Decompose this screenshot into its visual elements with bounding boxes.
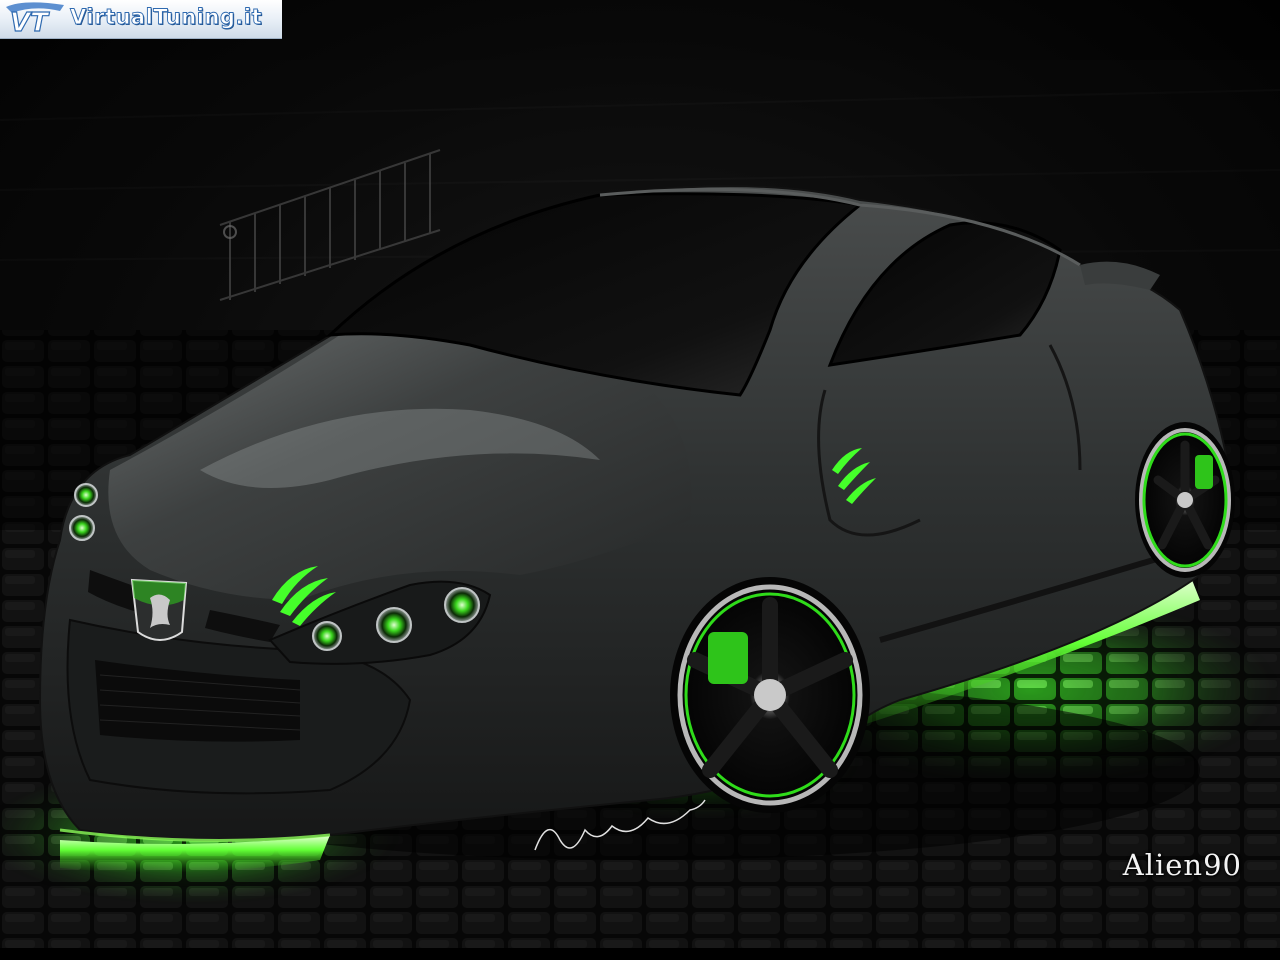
bottom-border	[0, 948, 1280, 960]
artwork: VT VirtualTuning.it Alien90	[0, 0, 1280, 960]
artist-tag: Alien90	[1122, 848, 1242, 882]
vt-logo-mark-icon: VT	[6, 2, 64, 35]
rear-wheel	[1135, 422, 1235, 578]
car-scene	[0, 0, 1280, 960]
peugeot-lion-badge	[130, 578, 188, 641]
virtualtuning-site-text: VirtualTuning.it	[70, 5, 263, 30]
virtualtuning-logo: VT VirtualTuning.it	[0, 0, 282, 39]
svg-text:VT: VT	[10, 8, 50, 35]
front-wheel	[670, 577, 870, 813]
